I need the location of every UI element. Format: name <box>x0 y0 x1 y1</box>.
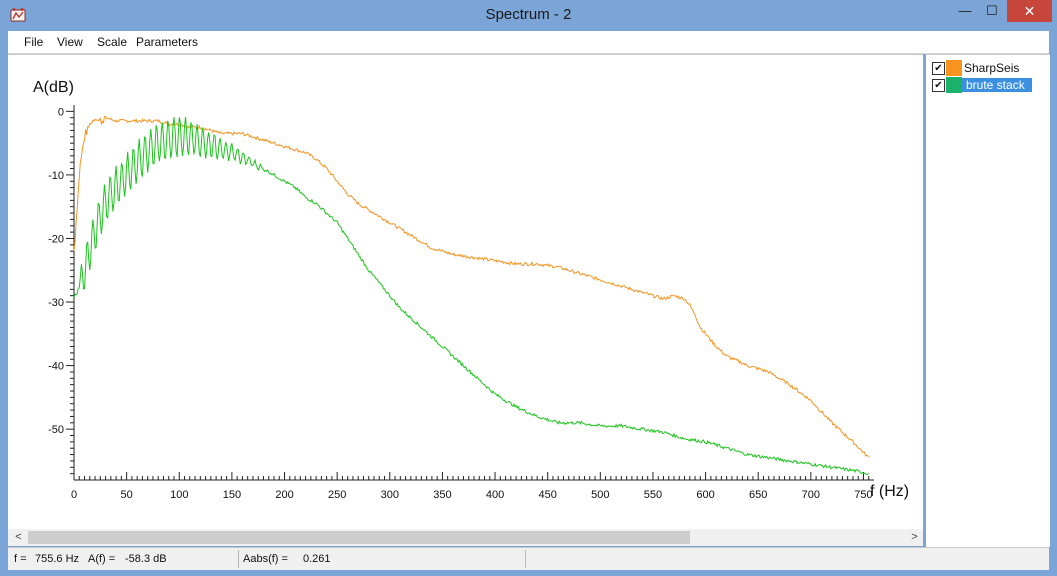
x-tick-label: 650 <box>749 489 767 501</box>
legend-panel: ✔ SharpSeis ✔ brute stack <box>925 54 1050 547</box>
app-window: Spectrum - 2 — ☐ ✕ File View Scale Param… <box>0 0 1057 576</box>
legend-checkbox-brute-stack[interactable]: ✔ <box>932 79 945 92</box>
legend-swatch-sharpseis <box>946 60 962 76</box>
x-tick-label: 100 <box>170 489 188 501</box>
legend-swatch-brute-stack <box>946 77 962 93</box>
y-axis-label: A(dB) <box>33 79 74 96</box>
status-a-label: A(f) = <box>88 553 116 565</box>
x-tick-label: 350 <box>433 489 451 501</box>
x-tick-label: 500 <box>591 489 609 501</box>
scroll-thumb[interactable] <box>28 531 690 544</box>
menu-file[interactable]: File <box>24 35 43 49</box>
legend-checkbox-sharpseis[interactable]: ✔ <box>932 62 945 75</box>
window-title: Spectrum - 2 <box>485 6 572 23</box>
spectrum-chart[interactable]: 0 50 100 150 200 250 300 350 400 450 500 550 600 650 7… <box>8 55 923 530</box>
status-separator <box>238 550 239 568</box>
x-axis-label: f (Hz) <box>870 483 909 500</box>
menu-parameters[interactable]: Parameters <box>136 35 198 49</box>
status-aabs-label: Aabs(f) = <box>243 553 288 565</box>
menu-bar: File View Scale Parameters <box>8 31 1049 54</box>
x-tick-label: 50 <box>121 489 133 501</box>
status-aabs-value: 0.261 <box>303 553 331 565</box>
y-tick-label: -20 <box>48 233 64 245</box>
y-tick-label: -30 <box>48 297 64 309</box>
horizontal-scrollbar[interactable]: < > <box>8 529 923 546</box>
legend-label-brute-stack: brute stack <box>962 78 1032 92</box>
plot-area[interactable]: 0 50 100 150 200 250 300 350 400 450 500 550 600 650 7… <box>8 54 923 530</box>
series-line-brute-stack <box>73 116 870 476</box>
y-tick-label: 0 <box>58 106 64 118</box>
y-tick-label: -40 <box>48 361 64 373</box>
title-bar[interactable]: Spectrum - 2 — ☐ ✕ <box>0 0 1057 30</box>
status-a-value: -58.3 dB <box>125 553 167 565</box>
close-button[interactable]: ✕ <box>1007 0 1052 22</box>
scroll-right-arrow[interactable]: > <box>906 529 923 546</box>
menu-view[interactable]: View <box>57 35 83 49</box>
x-tick-label: 550 <box>644 489 662 501</box>
x-tick-label: 200 <box>275 489 293 501</box>
x-tick-label: 450 <box>539 489 557 501</box>
status-f-label: f = <box>14 553 27 565</box>
maximize-button[interactable]: ☐ <box>978 0 1006 22</box>
x-tick-label: 700 <box>802 489 820 501</box>
x-tick-label: 400 <box>486 489 504 501</box>
series-line-sharpseis <box>73 115 870 458</box>
x-tick-label: 600 <box>696 489 714 501</box>
status-separator <box>525 550 526 568</box>
x-tick-label: 300 <box>381 489 399 501</box>
legend-label-sharpseis: SharpSeis <box>964 61 1020 75</box>
menu-scale[interactable]: Scale <box>97 35 127 49</box>
status-f-value: 755.6 Hz <box>35 553 80 565</box>
y-tick-label: -10 <box>48 170 64 182</box>
scroll-left-arrow[interactable]: < <box>10 529 27 546</box>
x-tick-label: 250 <box>328 489 346 501</box>
minimize-button[interactable]: — <box>950 0 980 22</box>
y-tick-label: -50 <box>48 424 64 436</box>
x-tick-label: 150 <box>223 489 241 501</box>
x-tick-label: 0 <box>71 489 77 501</box>
status-bar: f = 755.6 Hz A(f) = -58.3 dB Aabs(f) = 0… <box>8 547 1049 570</box>
